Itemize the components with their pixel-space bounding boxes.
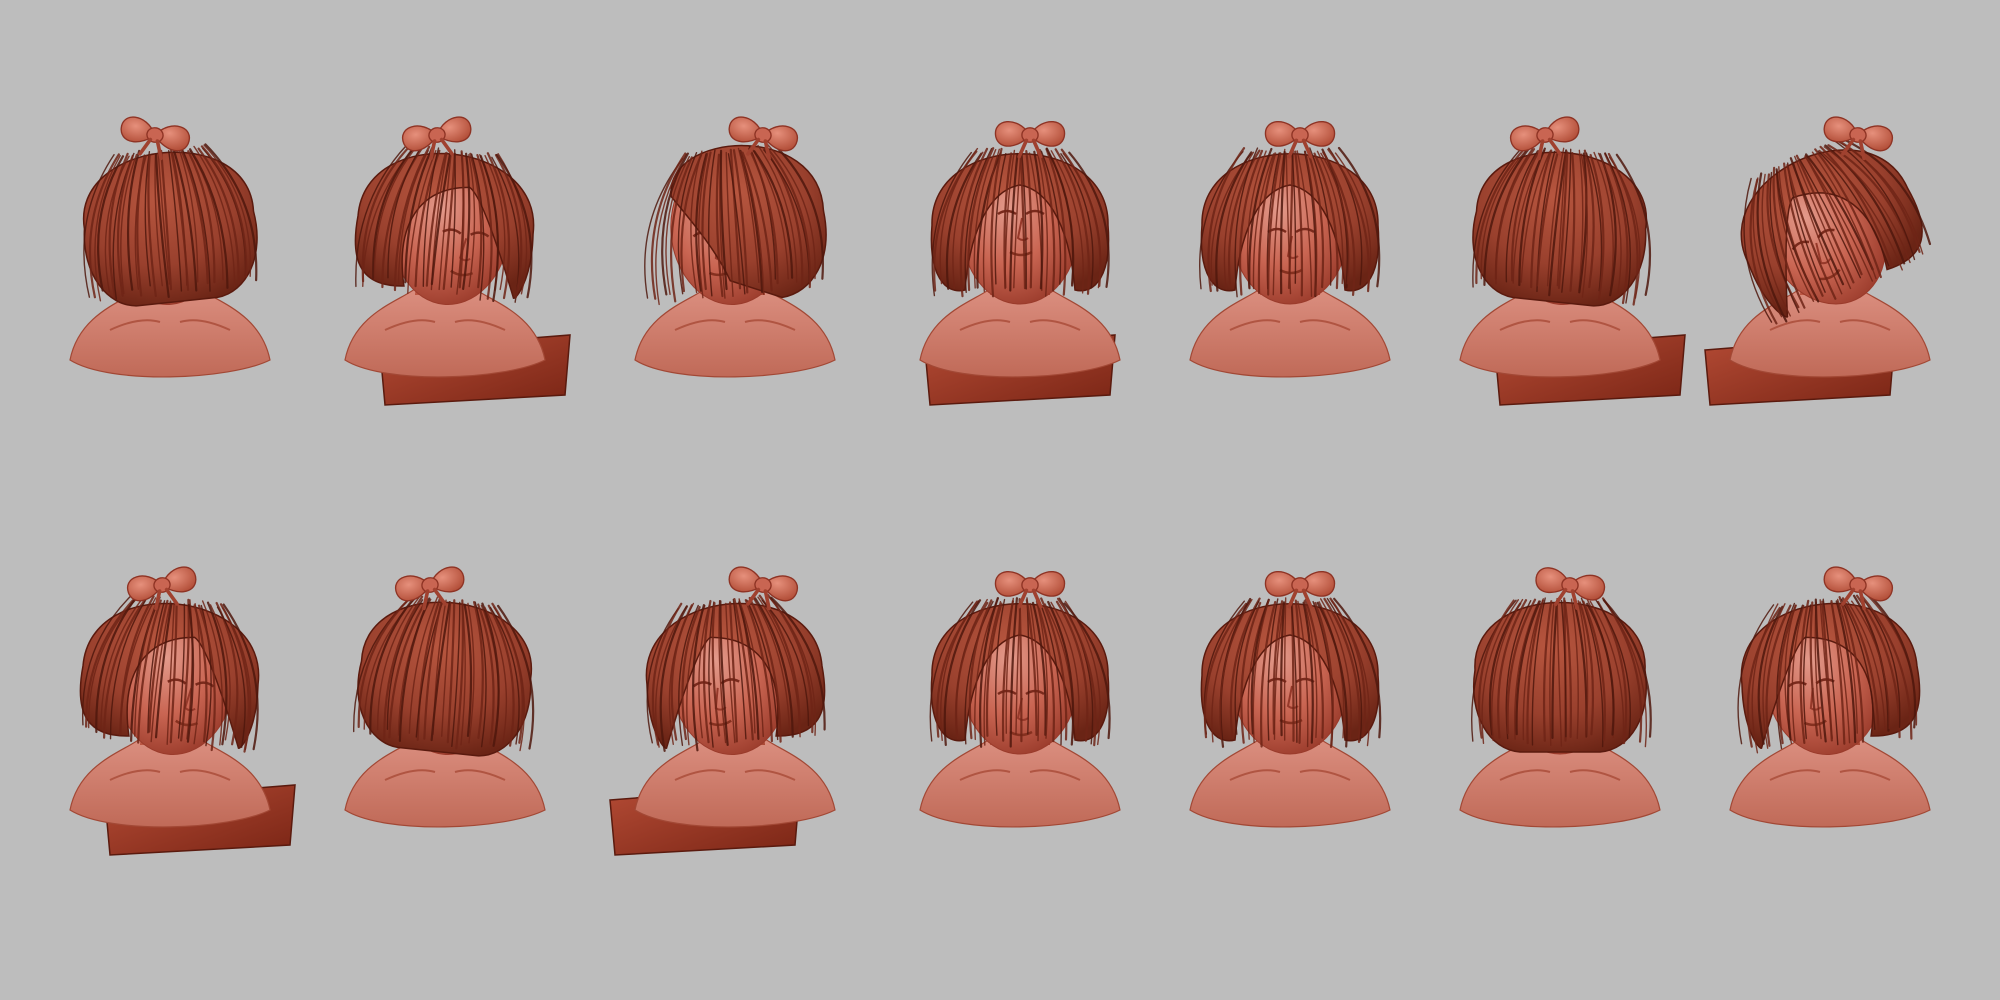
sculpt-bust-back-right [344, 566, 546, 828]
sculpt-bust-front-tilted-down [919, 571, 1121, 828]
hair [1472, 145, 1652, 307]
hair [1471, 597, 1652, 753]
hair-bow [994, 121, 1066, 159]
sculpt-bust-back-right [1459, 116, 1686, 406]
sculpt-bust-three-quarter-left [1729, 566, 1931, 828]
sculpt-bust-tilted-left [1704, 116, 1932, 406]
hair [82, 143, 258, 307]
sculpt-bust-back-left [69, 116, 271, 378]
sculpt-bust-front [1189, 121, 1391, 378]
hair [644, 143, 827, 306]
sculpt-bust-front-tilted-up [919, 121, 1121, 406]
sculpt-bust-profile-left [634, 116, 836, 378]
sculpt-bust-three-quarter-right [69, 566, 296, 856]
hair-bow [994, 571, 1066, 609]
sculpt-bust-front [1189, 571, 1391, 828]
sculpt-bust-three-quarter-left [609, 566, 836, 856]
render-viewport [0, 0, 2000, 1000]
sculpt-bust-top-down [1459, 567, 1661, 828]
sculpt-bust-three-quarter-right [344, 116, 571, 406]
hair [353, 595, 535, 757]
hair [645, 593, 826, 752]
sculpt-gallery [69, 116, 1932, 856]
